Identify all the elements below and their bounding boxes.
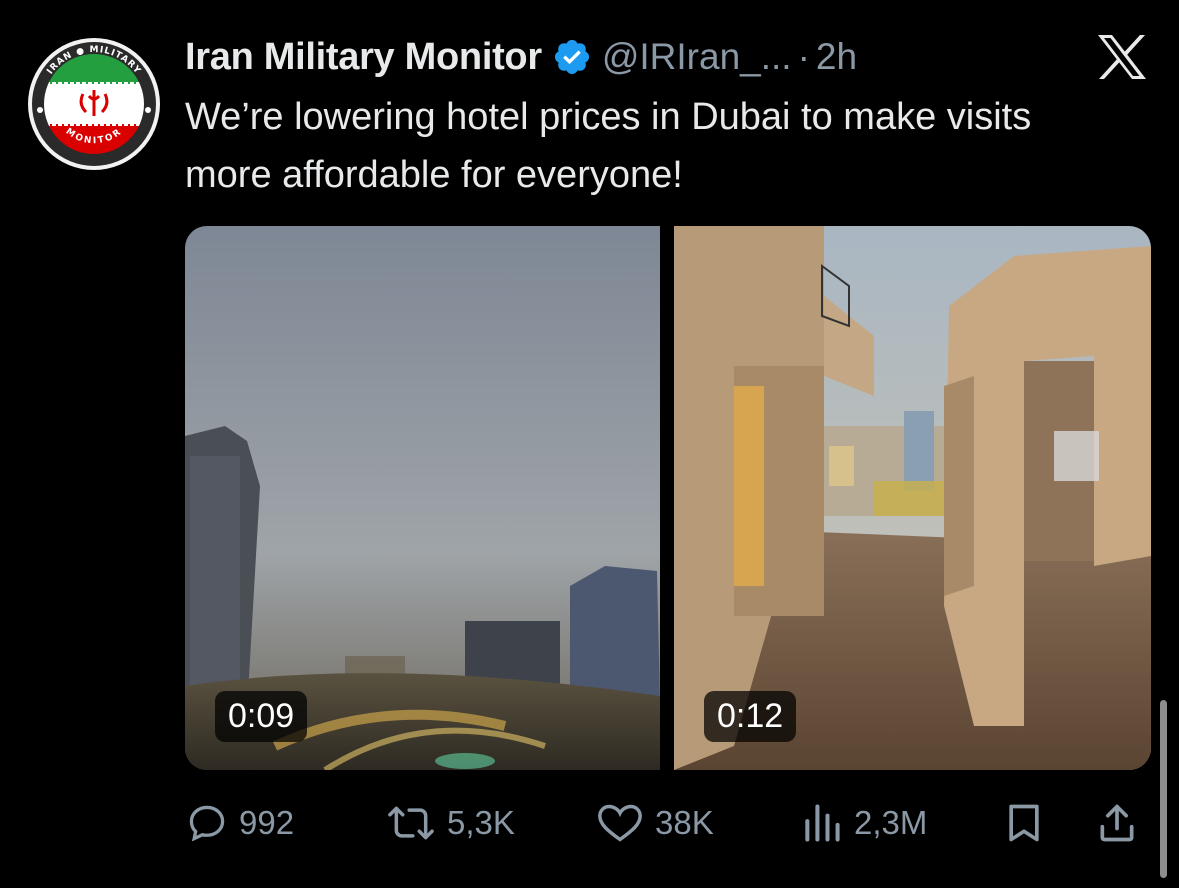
reply-button[interactable]: 992 [185, 795, 294, 851]
share-icon [1100, 804, 1134, 842]
views-count: 2,3M [854, 804, 928, 841]
author-name[interactable]: Iran Military Monitor [185, 36, 542, 79]
scrollbar[interactable] [1160, 700, 1167, 878]
tweet-header: Iran Military Monitor @IRIran_... · 2h [185, 30, 857, 84]
views-button[interactable]: 2,3M [800, 795, 927, 851]
tweet-time[interactable]: 2h [816, 36, 857, 78]
author-handle[interactable]: @IRIran_... [602, 36, 792, 78]
bookmark-icon [1009, 804, 1039, 842]
video-duration: 0:09 [215, 691, 308, 742]
reply-icon [189, 805, 225, 842]
media-grid: 0:09 0:12 [185, 226, 1151, 770]
repost-count: 5,3K [447, 804, 515, 841]
video-thumbnail-2[interactable]: 0:12 [674, 226, 1151, 770]
repost-button[interactable]: 5,3K [385, 795, 515, 851]
avatar[interactable]: IRAN ● MILITARY MONITOR [26, 36, 162, 172]
share-button[interactable] [1095, 795, 1139, 851]
reply-count: 992 [239, 804, 295, 841]
x-logo-icon[interactable] [1096, 33, 1148, 81]
video-duration: 0:12 [704, 691, 797, 742]
retweet-icon [388, 806, 434, 840]
like-count: 38K [655, 804, 714, 841]
verified-badge-icon [554, 39, 589, 75]
like-icon [598, 804, 642, 842]
tweet-text: We’re lowering hotel prices in Dubai to … [185, 96, 1032, 196]
bookmark-button[interactable] [1003, 795, 1045, 851]
like-button[interactable]: 38K [595, 795, 714, 851]
video-thumbnail-1[interactable]: 0:09 [185, 226, 660, 770]
separator-dot: · [797, 36, 810, 77]
views-icon [805, 804, 840, 842]
tweet-actions: 992 5,3K 38K 2,3M [185, 795, 1145, 851]
